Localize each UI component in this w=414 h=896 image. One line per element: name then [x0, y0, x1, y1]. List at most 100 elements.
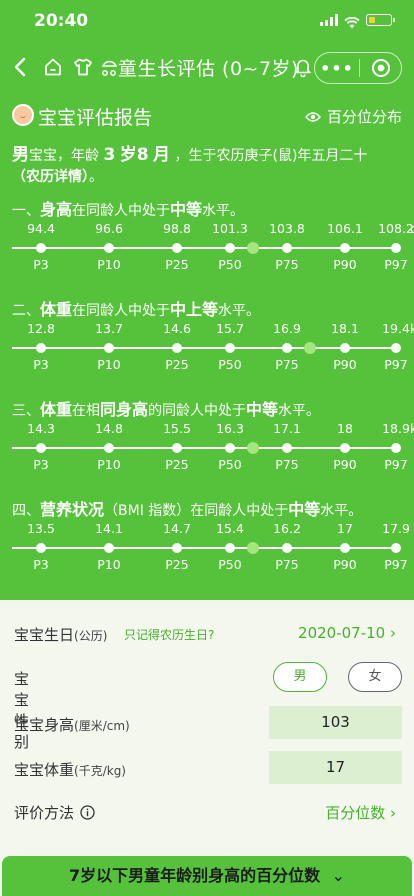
percentile-label: P75 — [275, 257, 299, 272]
gender-male-button[interactable]: 男 — [273, 662, 327, 692]
percentile-dot — [172, 543, 182, 553]
percentile-table-title: 7岁以下男童年龄别身高的百分位数 — [68, 866, 321, 885]
percentile-label: P3 — [33, 257, 49, 272]
current-position-marker — [304, 342, 317, 354]
weight-input[interactable]: 17 — [269, 751, 402, 784]
percentile-distribution-link[interactable]: 百分位分布 — [304, 106, 402, 127]
percentile-table-toggle[interactable]: 7岁以下男童年龄别身高的百分位数 ⌄ — [2, 856, 412, 896]
percentile-label: P10 — [97, 257, 121, 272]
percentile-label: P25 — [165, 357, 189, 372]
weight-unit: (千克/kg) — [74, 764, 126, 778]
section-prefix: 二、 — [12, 303, 40, 319]
percentile-label: P90 — [333, 457, 357, 472]
percentile-value: 15.4 — [216, 521, 244, 536]
percentile-label: P90 — [333, 557, 357, 572]
percentile-dot — [340, 543, 350, 553]
gender-label: 宝宝性别 — [14, 670, 30, 751]
lunar-birthday-link[interactable]: 只记得农历生日? — [124, 626, 214, 643]
percentile-label: P50 — [218, 557, 242, 572]
weight-label: 宝宝体重 — [14, 761, 75, 779]
percentile-dot — [36, 243, 46, 253]
percentile-dot — [172, 343, 182, 353]
summary-age-months: 8 — [136, 145, 149, 165]
percentile-dot — [391, 243, 401, 253]
percentile-value: 12.8 — [27, 321, 55, 336]
section-middle: （BMI 指数）在同龄人中处于 — [104, 503, 289, 519]
percentile-dot — [104, 443, 114, 453]
section-suffix: 水平。 — [278, 403, 321, 419]
report-summary: 男宝宝，年龄 3 岁8 月 ，生于农历庚子(鼠)年五月二十 （农历详情）。 — [12, 145, 404, 188]
section-suffix: 水平。 — [202, 203, 245, 219]
percentile-dot — [282, 343, 292, 353]
percentile-dot — [225, 543, 235, 553]
summary-text2: 岁 — [119, 145, 137, 165]
percentile-value: 98.8 — [163, 221, 191, 236]
signal-icon — [320, 14, 338, 26]
back-icon[interactable] — [10, 56, 32, 78]
percentile-value: 17.1 — [273, 421, 301, 436]
height-unit: (厘米/cm) — [74, 719, 130, 733]
percentile-dot — [36, 343, 46, 353]
percentile-values: 13.5 14.1 14.7 15.4 16.2 17 17.9 — [12, 521, 410, 539]
percentile-dot — [225, 243, 235, 253]
percentile-dot — [104, 343, 114, 353]
stroller-icon — [101, 56, 118, 78]
info-icon[interactable] — [80, 805, 95, 820]
percentile-dot — [36, 543, 46, 553]
percentile-value: 101.3 — [212, 221, 248, 236]
section-level: 中等 — [170, 200, 203, 219]
section-height: 一、身高在同龄人中处于中等水平。 94.4 96.6 98.8 101.3 103.8 1… — [12, 199, 414, 275]
summary-text3: 月 — [153, 145, 171, 165]
percentile-value: 14.7 — [163, 521, 191, 536]
height-label-wrap: 宝宝身高(厘米/cm) — [14, 714, 130, 735]
method-value[interactable]: 百分位数 › — [325, 802, 396, 823]
percentile-dot — [282, 443, 292, 453]
report-panel: 20:40 童生长评估 (0~7岁) ••• 宝宝评估报告 百分位分布 男宝宝，… — [0, 0, 414, 600]
baby-avatar-icon — [12, 104, 34, 126]
percentile-value: 17 — [337, 521, 353, 536]
percentile-label: P50 — [218, 357, 242, 372]
lunar-details-link[interactable]: （农历详情） — [12, 169, 89, 185]
birthday-sub: (公历) — [74, 629, 108, 643]
section-middle: 在相 — [72, 403, 101, 419]
percentile-dot — [282, 543, 292, 553]
bell-icon[interactable] — [294, 56, 312, 78]
percentile-labels: P3 P10 P25 P50 P75 P90 P97 — [12, 457, 407, 475]
more-menu-button[interactable]: ••• — [315, 59, 359, 78]
percentile-track — [12, 539, 402, 557]
percentile-value: 15.7 — [216, 321, 244, 336]
status-time: 20:40 — [34, 11, 89, 31]
birthday-date: 2020-07-10 — [298, 624, 386, 642]
birthday-value[interactable]: 2020-07-10 › — [298, 624, 396, 642]
summary-text1: 宝宝，年龄 — [29, 148, 99, 164]
section-bmi: 四、营养状况（BMI 指数）在同龄人中处于中等水平。 13.5 14.1 14.7 1… — [12, 499, 410, 575]
section-suffix: 水平。 — [218, 303, 261, 319]
percentile-values: 12.8 13.7 14.6 15.7 16.9 18.1 19.4kg — [12, 321, 414, 339]
percentile-label: P50 — [218, 457, 242, 472]
home-icon[interactable] — [42, 56, 64, 78]
percentile-label: P3 — [33, 557, 49, 572]
current-position-marker — [246, 242, 259, 254]
gender-female-button[interactable]: 女 — [348, 662, 402, 692]
section-suffix: 水平。 — [320, 503, 363, 519]
current-position-marker — [246, 442, 259, 454]
section-metric: 营养状况 — [40, 500, 105, 519]
section-weight: 二、体重在同龄人中处于中上等水平。 12.8 13.7 14.6 15.7 16.9 18… — [12, 299, 414, 375]
percentile-value: 13.5 — [27, 521, 55, 536]
percentile-label: P97 — [384, 457, 408, 472]
method-value-text: 百分位数 — [325, 804, 386, 822]
percentile-label: P97 — [384, 357, 408, 372]
percentile-label: P97 — [384, 557, 408, 572]
percentile-value: 14.8 — [95, 421, 123, 436]
percentile-distribution-label: 百分位分布 — [326, 108, 402, 126]
percentile-dot — [104, 543, 114, 553]
height-input[interactable]: 103 — [269, 706, 402, 739]
close-miniapp-icon[interactable] — [360, 58, 401, 78]
percentile-value: 19.4 — [382, 321, 410, 336]
percentile-dot — [104, 243, 114, 253]
percentile-value: 18 — [337, 421, 353, 436]
shirt-icon[interactable] — [72, 56, 94, 78]
birthday-row[interactable]: 宝宝生日(公历) 只记得农历生日? 2020-07-10 › — [0, 600, 414, 662]
miniapp-capsule: ••• — [314, 52, 402, 84]
summary-text4: ，生于农历庚子(鼠)年五月二十 — [174, 148, 368, 164]
